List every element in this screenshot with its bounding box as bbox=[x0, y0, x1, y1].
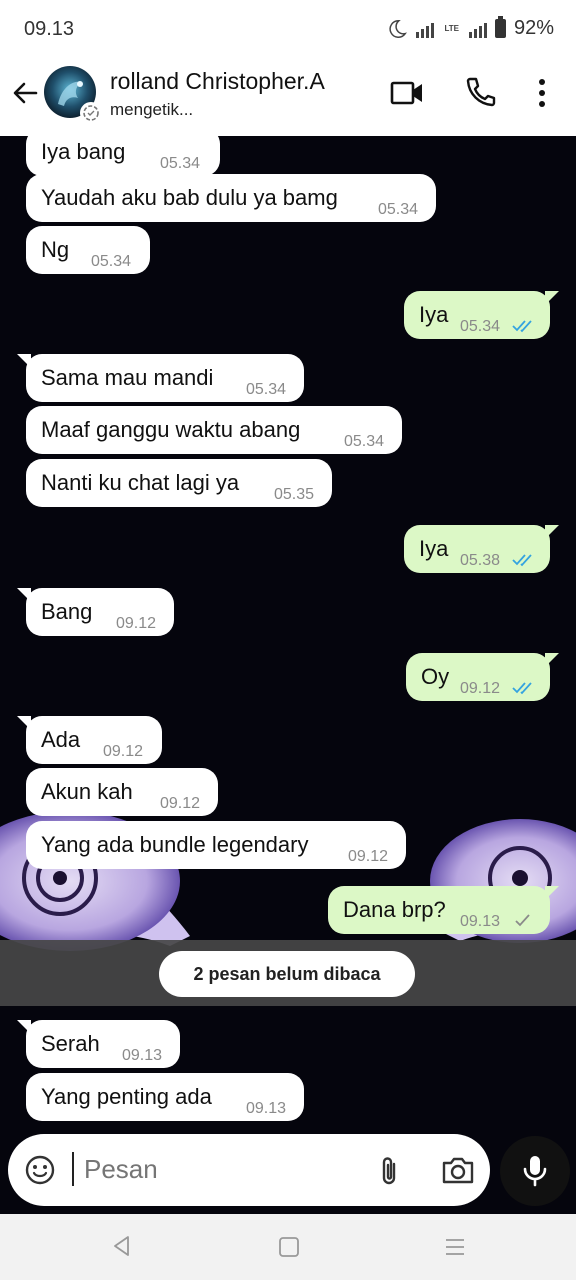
status-bar: 09.13 LTE 92% bbox=[0, 0, 576, 60]
message-text: Maaf ganggu waktu abang bbox=[41, 417, 301, 442]
emoji-icon[interactable] bbox=[24, 1154, 56, 1186]
message-time: 05.34 bbox=[91, 253, 132, 270]
status-time: 09.13 bbox=[24, 18, 75, 40]
message-time: 05.34 bbox=[460, 318, 501, 335]
message-incoming[interactable]: Ada 09.12 bbox=[17, 716, 162, 764]
more-vertical-icon[interactable] bbox=[530, 76, 554, 110]
status-icons: LTE 92% bbox=[386, 16, 554, 40]
phone-icon[interactable] bbox=[464, 76, 496, 108]
message-text: Serah bbox=[41, 1031, 100, 1056]
message-text: Dana brp? bbox=[343, 897, 446, 922]
signal-icon-2 bbox=[468, 20, 487, 38]
status-badge bbox=[80, 102, 102, 124]
nav-recents-icon[interactable] bbox=[444, 1236, 466, 1258]
message-incoming[interactable]: Bang 09.12 bbox=[17, 588, 174, 636]
contact-name[interactable]: rolland Christopher.A bbox=[110, 68, 325, 95]
battery-percent: 92% bbox=[513, 17, 554, 39]
message-time: 05.34 bbox=[378, 201, 419, 218]
message-text: Ng bbox=[41, 237, 70, 262]
nav-back-icon[interactable] bbox=[110, 1234, 134, 1258]
message-text: Bang bbox=[41, 599, 93, 624]
message-text: Ada bbox=[41, 727, 81, 752]
message-outgoing[interactable]: Oy 09.12 bbox=[406, 653, 559, 701]
network-type: LTE bbox=[444, 23, 459, 33]
message-time: 09.12 bbox=[116, 615, 157, 632]
read-ticks-icon bbox=[512, 554, 532, 567]
message-time: 05.34 bbox=[160, 155, 201, 172]
message-input[interactable] bbox=[84, 1154, 364, 1185]
message-incoming[interactable]: Yang penting ada 09.13 bbox=[26, 1073, 304, 1121]
camera-icon[interactable] bbox=[440, 1154, 476, 1186]
arrow-left-icon[interactable] bbox=[10, 78, 40, 108]
message-composer bbox=[8, 1134, 490, 1206]
video-call-icon[interactable] bbox=[390, 78, 424, 108]
message-incoming[interactable]: Sama mau mandi 05.34 bbox=[17, 354, 304, 402]
message-text: Nanti ku chat lagi ya bbox=[41, 470, 240, 495]
voice-record-button[interactable] bbox=[500, 1136, 570, 1206]
message-time: 09.12 bbox=[160, 795, 201, 812]
message-text: Iya bbox=[419, 302, 449, 327]
sent-tick-icon bbox=[515, 914, 530, 927]
message-text: Yang ada bundle legendary bbox=[41, 832, 309, 857]
unread-divider: 2 pesan belum dibaca bbox=[0, 940, 576, 1006]
typing-status: mengetik... bbox=[110, 100, 194, 119]
message-text: Yaudah aku bab dulu ya bamg bbox=[41, 185, 338, 210]
message-text: Yang penting ada bbox=[41, 1084, 212, 1109]
message-incoming[interactable]: Akun kah 09.12 bbox=[26, 768, 218, 816]
message-incoming[interactable]: Ng 05.34 bbox=[26, 226, 150, 274]
message-incoming[interactable]: Yaudah aku bab dulu ya bamg 05.34 bbox=[26, 174, 436, 222]
chat-header: rolland Christopher.A mengetik... bbox=[0, 60, 576, 136]
battery-icon bbox=[494, 16, 506, 38]
system-navigation-bar bbox=[0, 1214, 576, 1280]
message-incoming[interactable]: Nanti ku chat lagi ya 05.35 bbox=[26, 459, 332, 507]
message-time: 09.12 bbox=[103, 743, 144, 760]
message-text: Iya bbox=[419, 536, 449, 561]
message-time: 05.35 bbox=[274, 486, 315, 503]
message-outgoing[interactable]: Dana brp? 09.13 bbox=[328, 886, 559, 934]
message-incoming[interactable]: Iya bang 05.34 bbox=[26, 136, 220, 176]
message-incoming[interactable]: Yang ada bundle legendary 09.12 bbox=[26, 821, 406, 869]
microphone-icon bbox=[523, 1156, 547, 1187]
signal-icon bbox=[416, 20, 435, 38]
message-text: Oy bbox=[421, 664, 450, 689]
message-time: 05.34 bbox=[246, 381, 287, 398]
text-caret bbox=[72, 1152, 74, 1186]
message-incoming[interactable]: Serah 09.13 bbox=[17, 1020, 180, 1068]
do-not-disturb-icon bbox=[389, 19, 408, 38]
chat-area[interactable]: Iya bang 05.34 Yaudah aku bab dulu ya ba… bbox=[0, 136, 576, 1214]
message-time: 05.38 bbox=[460, 552, 501, 569]
read-ticks-icon bbox=[512, 320, 532, 333]
status-ring-icon bbox=[83, 105, 99, 121]
paperclip-icon[interactable] bbox=[374, 1154, 404, 1188]
unread-messages-label: 2 pesan belum dibaca bbox=[159, 951, 415, 997]
message-time: 09.12 bbox=[348, 848, 389, 865]
message-outgoing[interactable]: Iya 05.34 bbox=[404, 291, 559, 339]
nav-home-icon[interactable] bbox=[278, 1236, 300, 1258]
message-outgoing[interactable]: Iya 05.38 bbox=[404, 525, 559, 573]
message-list: Iya bang 05.34 Yaudah aku bab dulu ya ba… bbox=[0, 136, 576, 1214]
message-text: Sama mau mandi bbox=[41, 365, 214, 390]
message-text: Akun kah bbox=[41, 779, 133, 804]
message-incoming[interactable]: Maaf ganggu waktu abang 05.34 bbox=[26, 406, 402, 454]
message-text: Iya bang bbox=[41, 139, 126, 164]
read-ticks-icon bbox=[512, 682, 532, 695]
message-time: 09.13 bbox=[122, 1047, 163, 1064]
message-time: 09.12 bbox=[460, 680, 501, 697]
message-time: 09.13 bbox=[246, 1100, 287, 1117]
message-time: 05.34 bbox=[344, 433, 385, 450]
message-time: 09.13 bbox=[460, 913, 501, 930]
